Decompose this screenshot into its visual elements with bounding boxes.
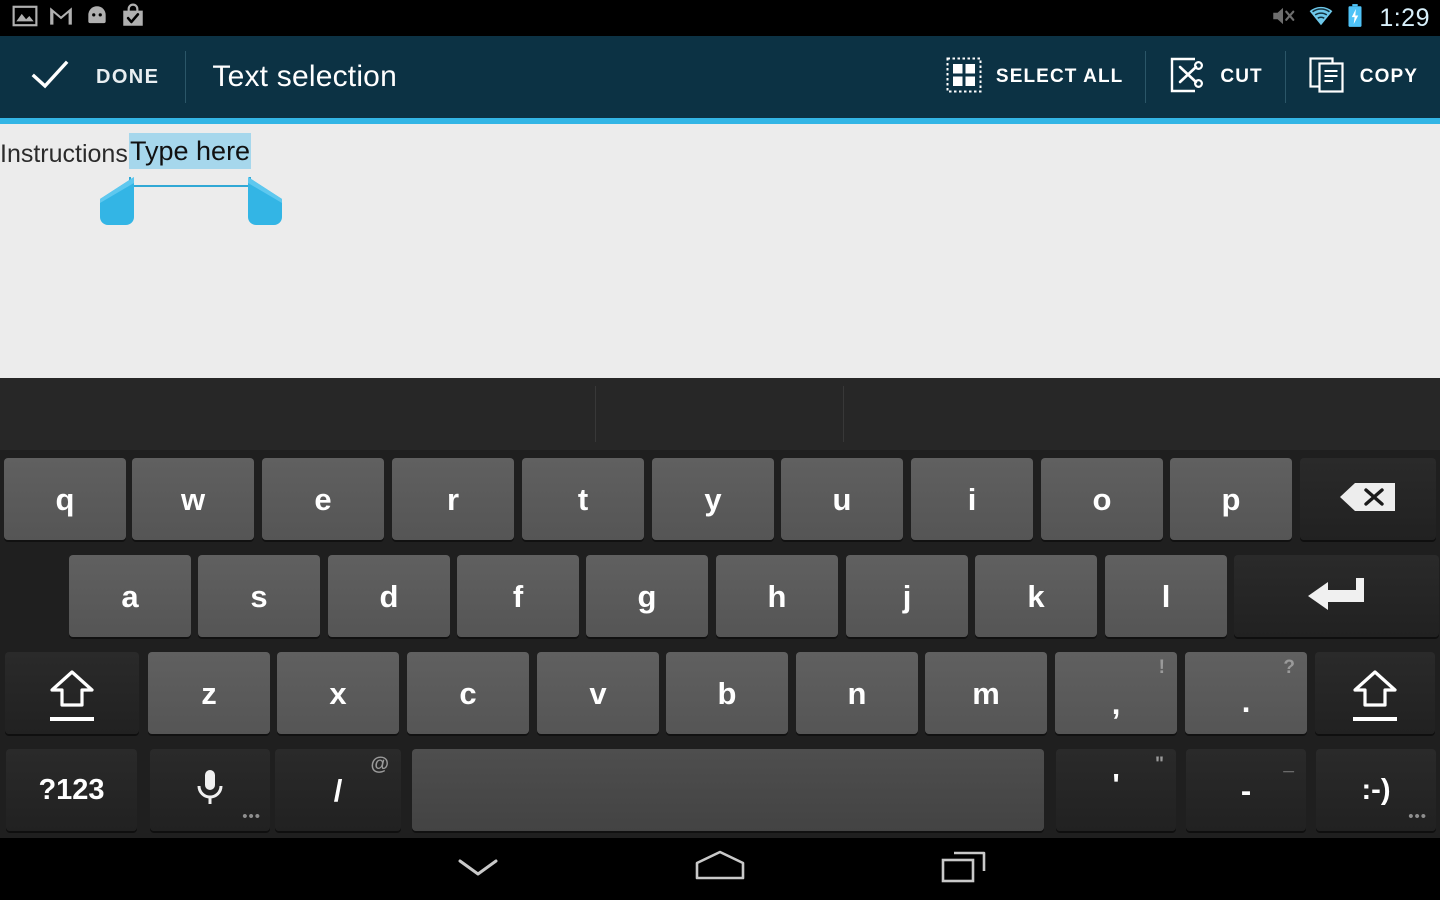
cut-button[interactable]: CUT	[1146, 36, 1284, 118]
shift-icon	[1352, 669, 1398, 718]
key-z[interactable]: z	[148, 652, 270, 734]
key-m[interactable]: m	[925, 652, 1047, 734]
copy-label: COPY	[1359, 66, 1418, 87]
backspace-icon	[1338, 480, 1398, 519]
key-w[interactable]: w	[132, 458, 254, 540]
key-symbols[interactable]: ?123	[6, 749, 137, 831]
shift-icon	[49, 669, 95, 718]
battery-charging-icon	[1346, 3, 1364, 34]
key-e[interactable]: e	[262, 458, 384, 540]
key-more-options-dots: •••	[1408, 808, 1427, 825]
page-title: Text selection	[212, 60, 397, 93]
text-field-underline	[129, 177, 251, 187]
soft-keyboard: q w e r t y u i o p a s d f g h j k l z …	[0, 378, 1440, 838]
suggestion-divider	[843, 386, 844, 442]
key-voice-input[interactable]: •••	[150, 749, 270, 831]
android-robot-icon	[84, 3, 110, 34]
key-shift-left[interactable]	[5, 652, 139, 734]
key-s[interactable]: s	[198, 555, 320, 637]
scissors-cut-icon	[1168, 56, 1206, 99]
cut-label: CUT	[1220, 66, 1263, 87]
chevron-down-icon	[454, 852, 502, 887]
key-g[interactable]: g	[586, 555, 708, 637]
key-d[interactable]: d	[328, 555, 450, 637]
selection-handle-start[interactable]	[98, 177, 136, 232]
gallery-photo-icon	[12, 3, 38, 34]
key-hyphen[interactable]: _ -	[1186, 749, 1306, 831]
key-o[interactable]: o	[1041, 458, 1163, 540]
key-u[interactable]: u	[781, 458, 903, 540]
action-bar-divider	[185, 51, 187, 103]
key-h[interactable]: h	[716, 555, 838, 637]
shift-indicator-bar	[1353, 717, 1397, 721]
check-icon	[30, 58, 70, 97]
status-bar-notifications	[12, 3, 146, 34]
android-screen: 1:29 DONE Text selection SELECT ALL CUT …	[0, 0, 1440, 900]
status-bar-clock: 1:29	[1379, 3, 1430, 32]
action-bar: DONE Text selection SELECT ALL CUT COPY	[0, 36, 1440, 118]
key-k[interactable]: k	[975, 555, 1097, 637]
key-apostrophe-hint: "	[1154, 754, 1164, 775]
key-slash[interactable]: @ /	[275, 749, 401, 831]
nav-home-button[interactable]	[660, 838, 780, 900]
key-shift-right[interactable]	[1315, 652, 1435, 734]
microphone-icon	[193, 766, 227, 815]
key-x[interactable]: x	[277, 652, 399, 734]
key-q[interactable]: q	[4, 458, 126, 540]
key-v[interactable]: v	[537, 652, 659, 734]
nav-recents-button[interactable]	[904, 838, 1024, 900]
wifi-icon	[1307, 3, 1335, 34]
key-i[interactable]: i	[911, 458, 1033, 540]
selection-handle-end[interactable]	[246, 177, 284, 232]
shift-indicator-bar	[50, 717, 94, 721]
done-label: DONE	[96, 65, 160, 88]
suggestion-divider	[595, 386, 596, 442]
selected-text[interactable]: Type here	[129, 133, 252, 169]
key-backspace[interactable]	[1300, 458, 1436, 540]
copy-button[interactable]: COPY	[1286, 36, 1440, 118]
enter-icon	[1306, 574, 1368, 619]
key-r[interactable]: r	[392, 458, 514, 540]
nav-hide-keyboard-button[interactable]	[418, 838, 538, 900]
key-a[interactable]: a	[69, 555, 191, 637]
key-smiley[interactable]: :-) •••	[1316, 749, 1436, 831]
key-slash-hint: @	[370, 754, 389, 775]
navigation-bar	[0, 838, 1440, 900]
key-period-hint: ?	[1283, 657, 1295, 678]
key-n[interactable]: n	[796, 652, 918, 734]
status-bar-system-icons: 1:29	[1270, 3, 1430, 34]
done-button[interactable]: DONE	[0, 36, 185, 118]
key-comma[interactable]: ! ,	[1055, 652, 1177, 734]
instructions-label: Instructions	[0, 140, 128, 168]
gmail-icon	[48, 3, 74, 34]
action-bar-actions: SELECT ALL CUT COPY	[924, 36, 1440, 118]
key-l[interactable]: l	[1105, 555, 1227, 637]
key-apostrophe[interactable]: " '	[1056, 749, 1176, 831]
home-icon	[692, 848, 748, 891]
silent-mode-icon	[1270, 3, 1296, 34]
key-b[interactable]: b	[666, 652, 788, 734]
key-y[interactable]: y	[652, 458, 774, 540]
key-enter[interactable]	[1234, 555, 1439, 637]
suggestion-strip[interactable]	[0, 378, 1440, 450]
key-c[interactable]: c	[407, 652, 529, 734]
key-f[interactable]: f	[457, 555, 579, 637]
key-p[interactable]: p	[1170, 458, 1292, 540]
key-hyphen-hint: _	[1283, 754, 1294, 775]
select-all-label: SELECT ALL	[995, 66, 1124, 87]
select-all-button[interactable]: SELECT ALL	[924, 36, 1145, 118]
key-period[interactable]: ? .	[1185, 652, 1307, 734]
key-t[interactable]: t	[522, 458, 644, 540]
content-area: Instructions Type here	[0, 124, 1440, 378]
key-j[interactable]: j	[846, 555, 968, 637]
recents-icon	[938, 849, 990, 890]
key-space[interactable]	[412, 749, 1044, 831]
play-store-bag-check-icon	[120, 3, 146, 34]
copy-documents-icon	[1308, 56, 1346, 99]
key-more-options-dots: •••	[242, 808, 261, 825]
select-all-icon	[946, 57, 982, 98]
status-bar: 1:29	[0, 0, 1440, 36]
key-comma-hint: !	[1158, 657, 1165, 678]
text-input-field[interactable]: Type here	[129, 133, 252, 187]
